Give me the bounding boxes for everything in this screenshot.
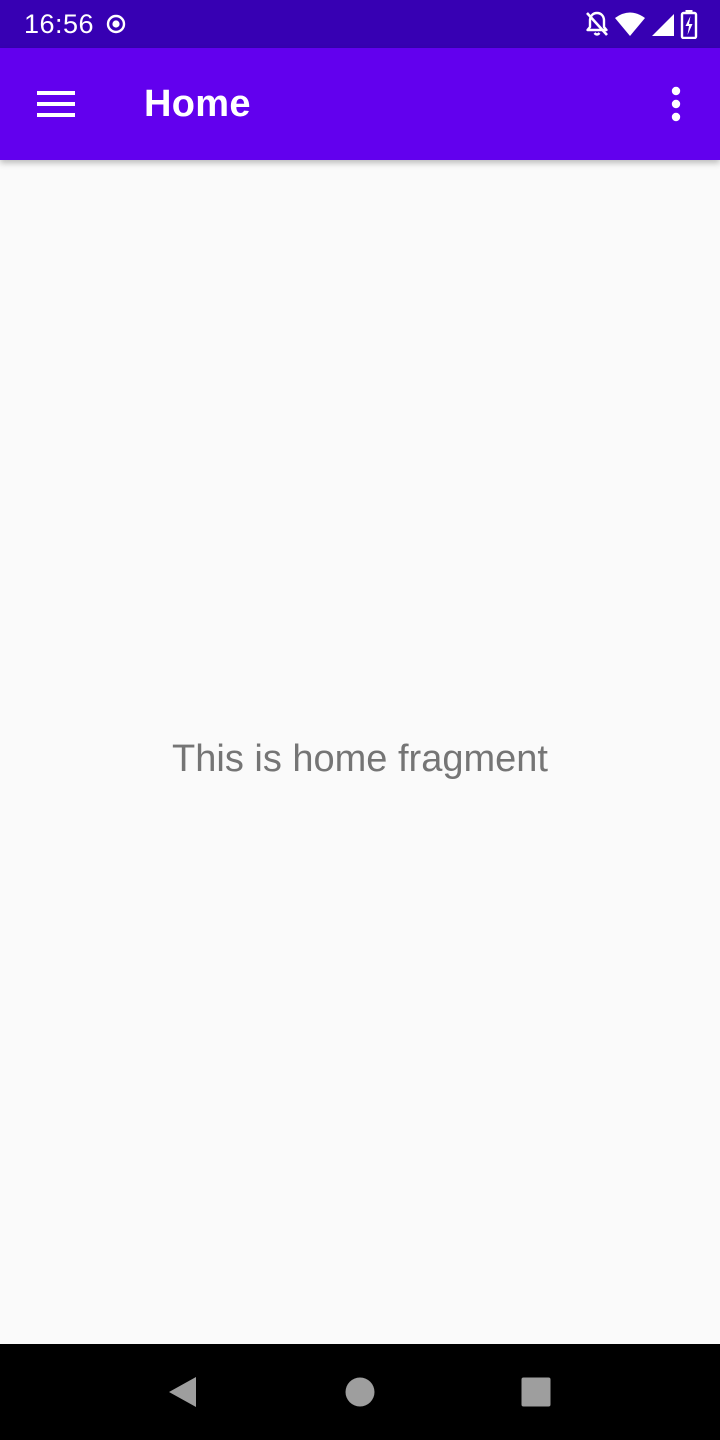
menu-icon: [37, 91, 75, 117]
app-bar: Home: [0, 48, 720, 160]
recents-icon: [521, 1377, 551, 1407]
signal-icon: [650, 10, 676, 38]
page-title: Home: [144, 82, 251, 125]
back-button[interactable]: [158, 1368, 206, 1416]
status-bar: 16:56: [0, 0, 720, 48]
screen: 16:56 Home This is home fragment: [0, 0, 720, 1440]
notifications-off-icon: [584, 10, 610, 38]
overflow-menu-button[interactable]: [632, 48, 720, 160]
status-icons: [584, 9, 698, 39]
status-time: 16:56: [24, 8, 95, 39]
home-fragment: This is home fragment: [0, 160, 720, 1344]
home-icon: [345, 1377, 375, 1407]
fragment-message: This is home fragment: [172, 738, 548, 780]
battery-charging-icon: [680, 9, 698, 39]
menu-button[interactable]: [0, 48, 112, 160]
recents-button[interactable]: [512, 1368, 560, 1416]
more-vert-icon: [671, 86, 681, 122]
system-nav-bar: [0, 1344, 720, 1440]
record-icon: [106, 14, 126, 34]
wifi-icon: [614, 10, 646, 38]
back-icon: [169, 1377, 196, 1407]
home-button[interactable]: [336, 1368, 384, 1416]
